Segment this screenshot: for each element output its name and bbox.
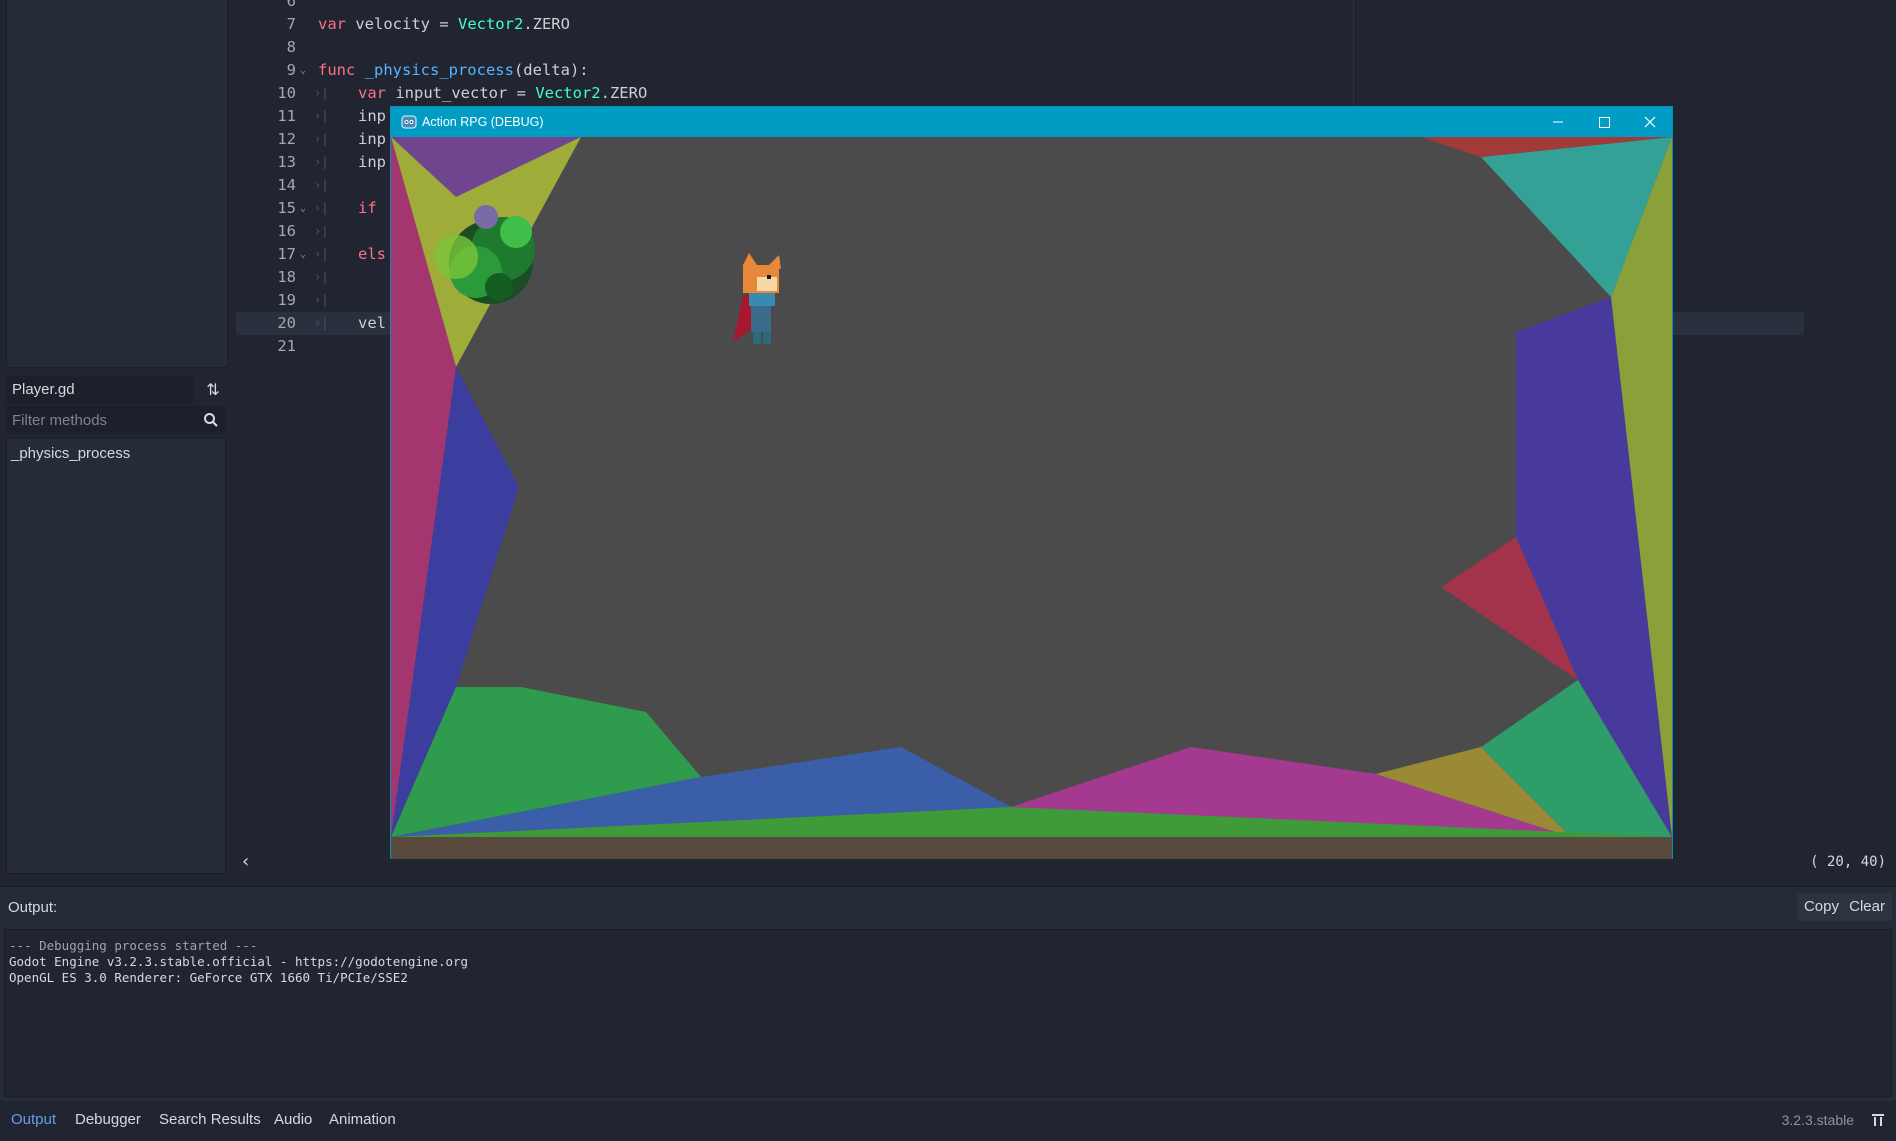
search-icon: [204, 413, 218, 427]
line-number: 19: [277, 291, 296, 309]
script-list-panel: Player.gd ⇅ _physics_process: [0, 0, 234, 880]
open-scripts-list[interactable]: [6, 0, 228, 368]
line-number: 14: [277, 176, 296, 194]
code-text: func _physics_process(delta):: [318, 61, 589, 79]
tab-marker-icon: ›|: [314, 178, 329, 192]
window-titlebar[interactable]: Action RPG (DEBUG): [391, 107, 1672, 137]
tab-search-results[interactable]: Search Results: [159, 1111, 261, 1128]
code-text: inp: [358, 130, 386, 148]
tab-marker-icon: ›|: [314, 224, 329, 238]
sort-methods-button[interactable]: ⇅: [200, 376, 226, 404]
code-line: 6: [236, 0, 1896, 13]
tab-marker-icon: ›|: [314, 132, 329, 146]
output-panel: Output: Copy Clear --- Debugging process…: [0, 886, 1896, 1101]
method-item[interactable]: _physics_process: [7, 439, 225, 468]
tab-marker-icon: ›|: [314, 155, 329, 169]
maximize-icon: [1599, 117, 1610, 128]
code-text: var velocity = Vector2.ZERO: [318, 15, 570, 33]
godot-app-icon: [401, 115, 417, 129]
code-text: var input_vector = Vector2.ZERO: [358, 84, 648, 102]
game-viewport[interactable]: [391, 137, 1672, 859]
log-line: OpenGL ES 3.0 Renderer: GeForce GTX 1660…: [9, 970, 408, 985]
line-number: 16: [277, 222, 296, 240]
tab-output[interactable]: Output: [11, 1111, 56, 1128]
code-line: 8: [236, 36, 1896, 59]
tab-marker-icon: ›|: [314, 293, 329, 307]
line-number: 9: [286, 61, 296, 79]
close-icon: [1644, 116, 1656, 128]
minimize-icon: [1553, 121, 1563, 123]
close-button[interactable]: [1627, 107, 1673, 137]
line-number: 21: [277, 337, 296, 355]
filter-methods-input[interactable]: [6, 406, 191, 434]
output-log[interactable]: --- Debugging process started --- Godot …: [4, 929, 1892, 1097]
engine-version: 3.2.3.stable: [1781, 1112, 1854, 1128]
godot-editor: Player.gd ⇅ _physics_process 6 7 var vel…: [0, 0, 1896, 1141]
current-script-name: Player.gd: [6, 376, 194, 404]
tab-marker-icon: ›|: [314, 86, 329, 100]
code-line: 10 ›| var input_vector = Vector2.ZERO: [236, 82, 1896, 105]
line-number: 17: [277, 245, 296, 263]
line-number: 10: [277, 84, 296, 102]
line-number: 15: [277, 199, 296, 217]
code-text: inp: [358, 107, 386, 125]
tab-marker-icon: ›|: [314, 270, 329, 284]
tab-marker-icon: ›|: [314, 109, 329, 123]
tab-marker-icon: ›|: [314, 316, 329, 330]
code-line: 7 var velocity = Vector2.ZERO: [236, 13, 1896, 36]
window-title: Action RPG (DEBUG): [422, 115, 544, 129]
game-debug-window[interactable]: Action RPG (DEBUG): [390, 106, 1673, 859]
line-number: 8: [286, 38, 296, 56]
line-number: 6: [286, 0, 296, 10]
line-number: 13: [277, 153, 296, 171]
cursor-position: ( 20, 40): [1810, 854, 1886, 870]
line-number: 7: [286, 15, 296, 33]
line-number: 20: [277, 314, 296, 332]
code-text: inp: [358, 153, 386, 171]
code-text: vel: [358, 314, 386, 332]
fold-arrow-icon[interactable]: ⌄: [300, 59, 306, 82]
pin-panel-icon[interactable]: [1870, 1112, 1886, 1128]
code-text: if: [358, 199, 377, 217]
tab-marker-icon: ›|: [314, 247, 329, 261]
code-line: 9 ⌄ func _physics_process(delta):: [236, 59, 1896, 82]
fold-arrow-icon[interactable]: ⌄: [300, 243, 306, 266]
tab-marker-icon: ›|: [314, 201, 329, 215]
minimize-button[interactable]: [1535, 107, 1581, 137]
toggle-scripts-panel-icon[interactable]: ‹: [242, 851, 249, 872]
code-text: els: [358, 245, 386, 263]
maximize-button[interactable]: [1581, 107, 1627, 137]
line-number: 12: [277, 130, 296, 148]
log-line: Godot Engine v3.2.3.stable.official - ht…: [9, 954, 469, 969]
output-label: Output:: [8, 899, 58, 916]
tab-debugger[interactable]: Debugger: [75, 1111, 141, 1128]
tab-animation[interactable]: Animation: [329, 1111, 396, 1128]
method-list: _physics_process: [6, 438, 226, 874]
clear-button[interactable]: Clear: [1842, 893, 1892, 921]
line-number: 18: [277, 268, 296, 286]
bottom-panel-tabs: Output Debugger Search Results Audio Ani…: [0, 1101, 1896, 1141]
copy-button[interactable]: Copy: [1796, 893, 1846, 921]
fold-arrow-icon[interactable]: ⌄: [300, 197, 306, 220]
tab-audio[interactable]: Audio: [274, 1111, 312, 1128]
filter-methods-field[interactable]: [6, 406, 226, 434]
line-number: 11: [277, 107, 296, 125]
log-line: --- Debugging process started ---: [9, 938, 258, 953]
